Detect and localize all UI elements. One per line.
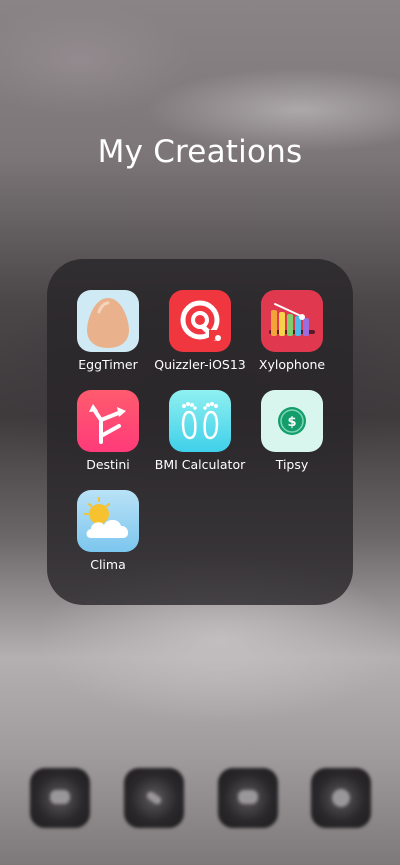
footprints-icon xyxy=(169,390,231,452)
app-label: Clima xyxy=(90,557,126,572)
dollar-coin-icon: $ xyxy=(261,390,323,452)
app-clima[interactable]: Clima xyxy=(58,490,158,580)
xylophone-icon xyxy=(261,290,323,352)
app-xylophone[interactable]: Xylophone xyxy=(242,290,342,380)
app-folder: EggTimer Quizzler-iOS13 Xylophone Destin… xyxy=(47,259,353,605)
folder-title[interactable]: My Creations xyxy=(0,134,400,170)
dock xyxy=(0,760,400,840)
app-tipsy[interactable]: $ Tipsy xyxy=(242,390,342,480)
sun-cloud-icon xyxy=(77,490,139,552)
app-label: Xylophone xyxy=(258,357,326,372)
dock-app-2-icon[interactable] xyxy=(124,768,184,828)
split-arrows-icon xyxy=(77,390,139,452)
app-label: Tipsy xyxy=(275,457,309,472)
egg-icon xyxy=(77,290,139,352)
dock-app-1-icon[interactable] xyxy=(30,768,90,828)
svg-text:$: $ xyxy=(287,415,296,430)
dock-app-3-icon[interactable] xyxy=(218,768,278,828)
quiz-q-icon xyxy=(169,290,231,352)
dock-app-4-icon[interactable] xyxy=(311,768,371,828)
